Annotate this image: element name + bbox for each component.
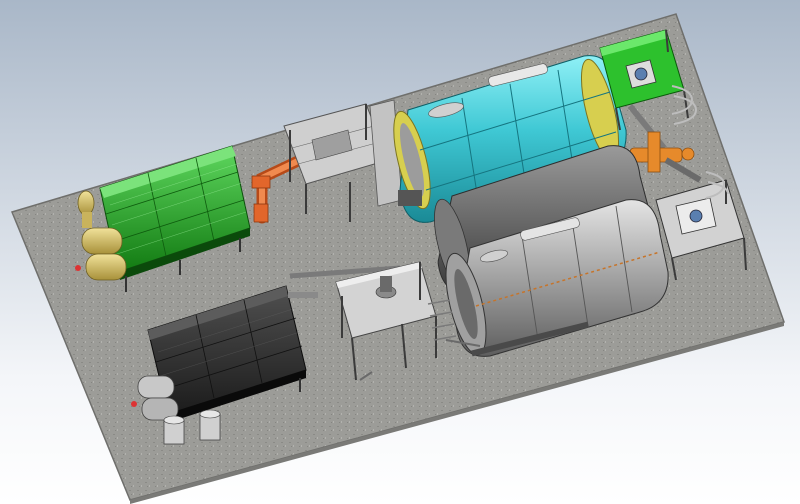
cad-scene (0, 0, 800, 504)
cad-viewport[interactable] (0, 0, 800, 504)
